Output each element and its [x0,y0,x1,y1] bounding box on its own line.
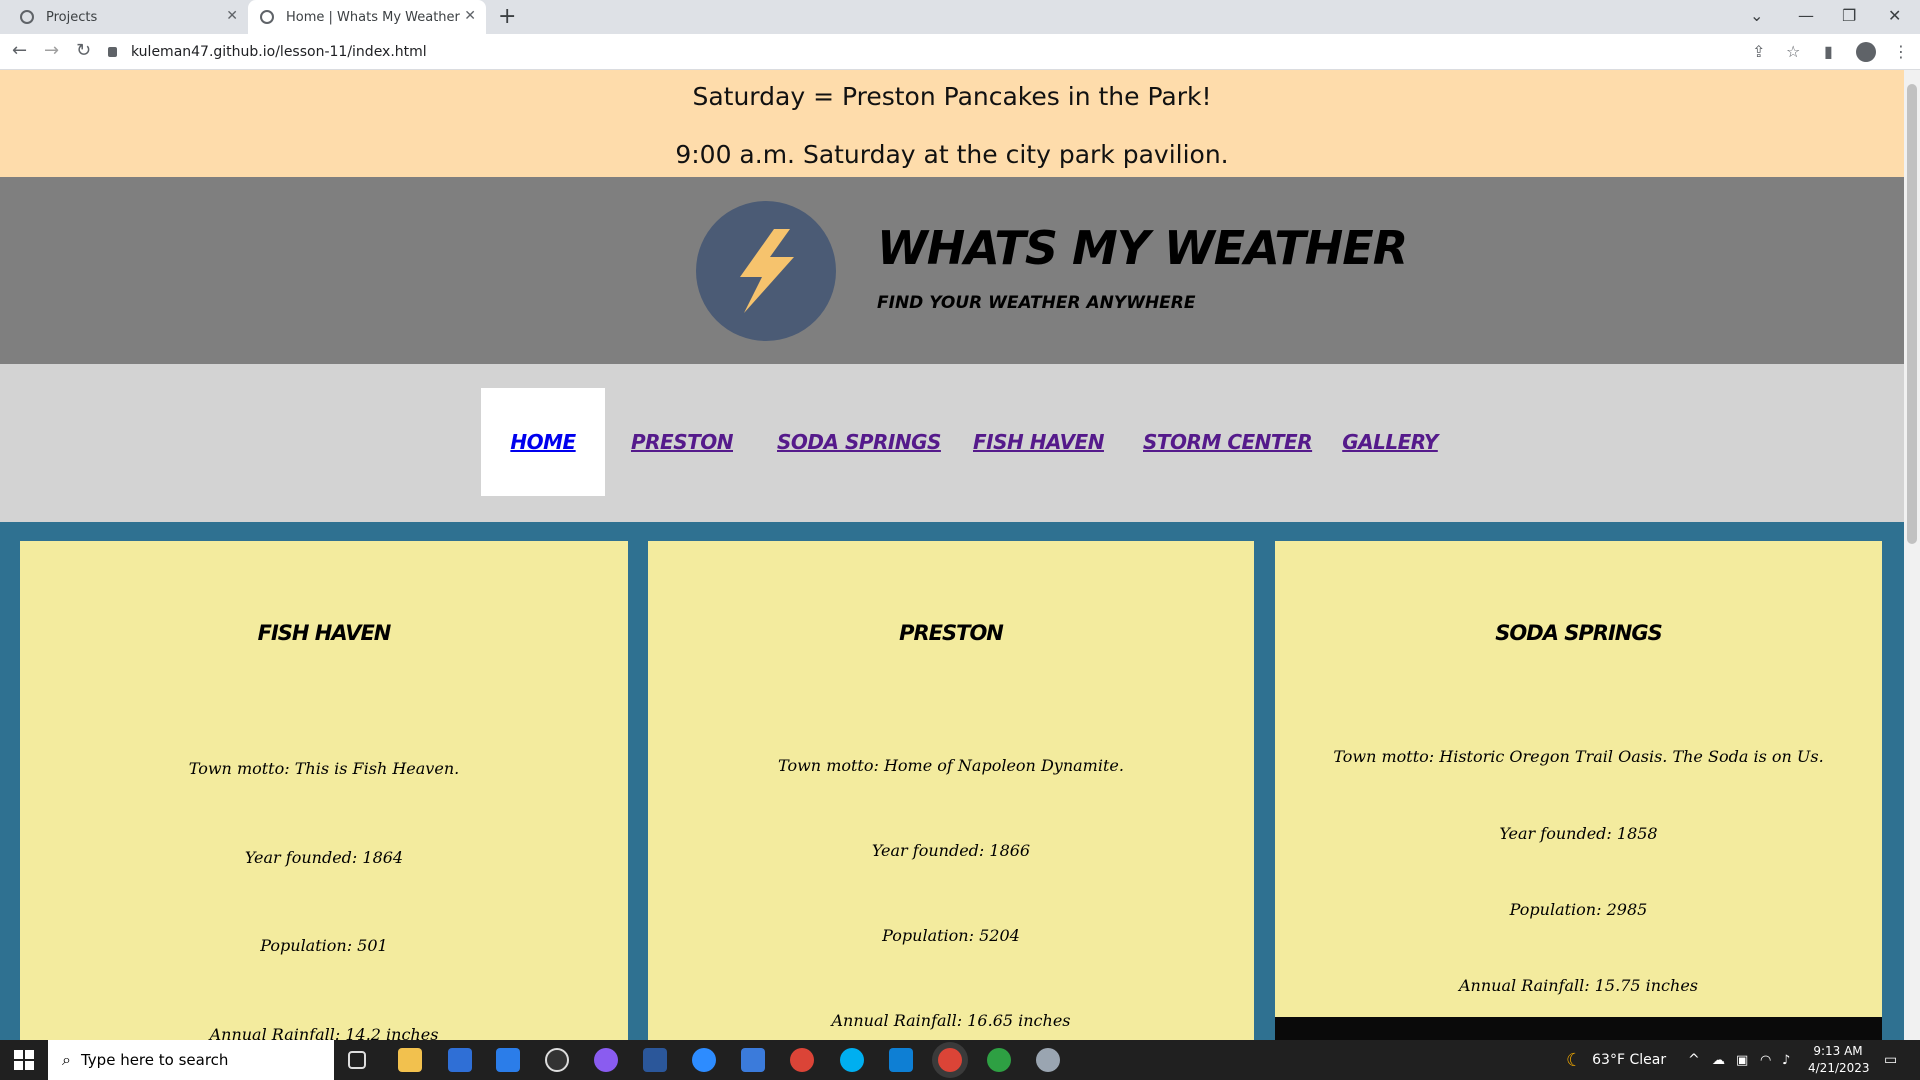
close-tab-icon[interactable]: ✕ [226,8,238,24]
town-population: Population: 501 [260,936,388,955]
tab-title: Home | Whats My Weather [286,9,460,25]
town-card-fish-haven: FISH HAVEN Town motto: This is Fish Heav… [20,541,628,1040]
network-icon[interactable]: ☁ [1712,1040,1725,1080]
close-window-button[interactable]: ✕ [1888,0,1901,30]
town-population: Population: 2985 [1509,900,1648,919]
camera-icon[interactable]: ▣ [1736,1040,1748,1080]
share-icon[interactable]: ⇪ [1752,42,1765,61]
word-icon[interactable] [643,1048,667,1072]
chat-app-icon[interactable] [741,1048,765,1072]
nav-storm-center[interactable]: STORM CENTER [1143,388,1313,496]
forward-icon[interactable]: → [44,40,59,61]
back-icon[interactable]: ← [12,40,27,61]
menu-kebab-icon[interactable]: ⋮ [1893,42,1909,61]
weather-widget[interactable]: ☾ 63°F Clear [1566,1040,1666,1080]
app-icon[interactable] [1036,1048,1060,1072]
page-scrollbar[interactable] [1904,70,1920,1040]
microsoft-store-icon[interactable] [448,1048,472,1072]
url-bar[interactable]: kuleman47.github.io/lesson-11/index.html [108,38,1788,66]
chrome-active-icon[interactable] [938,1048,962,1072]
town-card-preston: PRESTON Town motto: Home of Napoleon Dyn… [648,541,1254,1040]
system-clock[interactable]: 9:13 AM 4/21/2023 [1808,1043,1870,1077]
bookmark-star-icon[interactable]: ☆ [1786,42,1800,61]
town-rainfall: Annual Rainfall: 15.75 inches [1458,976,1698,995]
url-text: kuleman47.github.io/lesson-11/index.html [131,44,427,60]
town-population: Population: 5204 [882,926,1020,945]
browser-tab-bar: Projects ✕ Home | Whats My Weather ✕ + ⌄… [0,0,1920,34]
media-app-icon[interactable] [594,1048,618,1072]
town-motto: Town motto: Historic Oregon Trail Oasis.… [1333,747,1824,766]
globe-icon [20,10,34,24]
profile-avatar[interactable] [1856,42,1876,62]
site-title: WHATS MY WEATHER [877,221,1408,275]
windows-taskbar: ⌕ Type here to search ☾ 63°F Clear ^ ☁ ▣… [0,1040,1920,1080]
tab-search-icon[interactable]: ⌄ [1750,0,1763,30]
volume-icon[interactable]: ♪ [1782,1040,1790,1080]
taskbar-search-placeholder: Type here to search [80,1051,229,1069]
tab-projects[interactable]: Projects ✕ [8,0,248,34]
banner-line-1: Saturday = Preston Pancakes in the Park! [692,82,1212,111]
town-card-soda-springs: SODA SPRINGS Town motto: Historic Oregon… [1275,541,1882,1040]
mail-icon[interactable] [496,1048,520,1072]
main-navigation: HOME PRESTON SODA SPRINGS FISH HAVEN STO… [0,364,1904,522]
town-name: PRESTON [899,621,1004,645]
side-panel-icon[interactable]: ▮ [1824,42,1833,61]
town-year-founded: Year founded: 1864 [244,848,404,867]
edge-icon[interactable] [987,1048,1011,1072]
minimize-button[interactable]: — [1798,0,1814,30]
lock-icon [108,47,117,57]
chrome-icon[interactable] [790,1048,814,1072]
nav-fish-haven[interactable]: FISH HAVEN [973,388,1104,496]
town-year-founded: Year founded: 1858 [1499,824,1658,843]
file-explorer-icon[interactable] [398,1048,422,1072]
town-motto: Town motto: Home of Napoleon Dynamite. [778,756,1124,775]
vscode-icon[interactable] [889,1048,913,1072]
new-tab-button[interactable]: + [498,4,516,29]
show-hidden-icons[interactable]: ^ [1688,1040,1700,1080]
nav-gallery[interactable]: GALLERY [1340,388,1440,496]
scrollbar-thumb[interactable] [1907,84,1917,544]
nav-soda-springs[interactable]: SODA SPRINGS [777,388,941,496]
tab-title: Projects [46,9,98,25]
task-view-icon[interactable] [348,1051,366,1069]
wifi-icon[interactable]: ◠ [1760,1040,1771,1080]
weather-text: 63°F Clear [1592,1052,1667,1068]
town-year-founded: Year founded: 1866 [871,841,1031,860]
town-name: SODA SPRINGS [1495,621,1662,645]
site-subtitle: FIND YOUR WEATHER ANYWHERE [877,293,1196,313]
clock-date: 4/21/2023 [1808,1061,1870,1075]
address-bar-row: ← → ↻ kuleman47.github.io/lesson-11/inde… [0,34,1920,70]
tab-home-whats-my-weather[interactable]: Home | Whats My Weather ✕ [248,0,486,34]
search-icon: ⌕ [62,1050,71,1069]
site-header: WHATS MY WEATHER FIND YOUR WEATHER ANYWH… [0,177,1904,364]
logo[interactable] [696,201,836,341]
site-favicon-icon [260,10,274,24]
clock-time: 9:13 AM [1813,1044,1863,1058]
reload-icon[interactable]: ↻ [76,40,91,61]
dell-icon[interactable] [545,1048,569,1072]
banner-line-2: 9:00 a.m. Saturday at the city park pavi… [675,140,1229,169]
announcement-banner: Saturday = Preston Pancakes in the Park!… [0,70,1904,177]
notifications-icon[interactable]: ▭ [1884,1040,1897,1080]
town-name: FISH HAVEN [257,621,392,645]
moon-icon: ☾ [1566,1049,1583,1071]
nav-preston[interactable]: PRESTON [628,388,736,496]
lightning-bolt-icon [740,229,794,313]
windows-start-icon[interactable] [14,1050,34,1070]
close-tab-icon[interactable]: ✕ [464,8,476,24]
town-motto: Town motto: This is Fish Heaven. [188,759,460,778]
town-rainfall: Annual Rainfall: 16.65 inches [831,1011,1071,1030]
restore-button[interactable]: ❐ [1842,0,1856,30]
taskbar-search-box[interactable]: ⌕ Type here to search [48,1040,334,1080]
town-rainfall: Annual Rainfall: 14.2 inches [209,1025,439,1040]
page-viewport: Saturday = Preston Pancakes in the Park!… [0,70,1904,1040]
town-image [1275,1017,1882,1040]
zoom-icon[interactable] [692,1048,716,1072]
nav-home[interactable]: HOME [481,388,605,496]
skype-icon[interactable] [840,1048,864,1072]
